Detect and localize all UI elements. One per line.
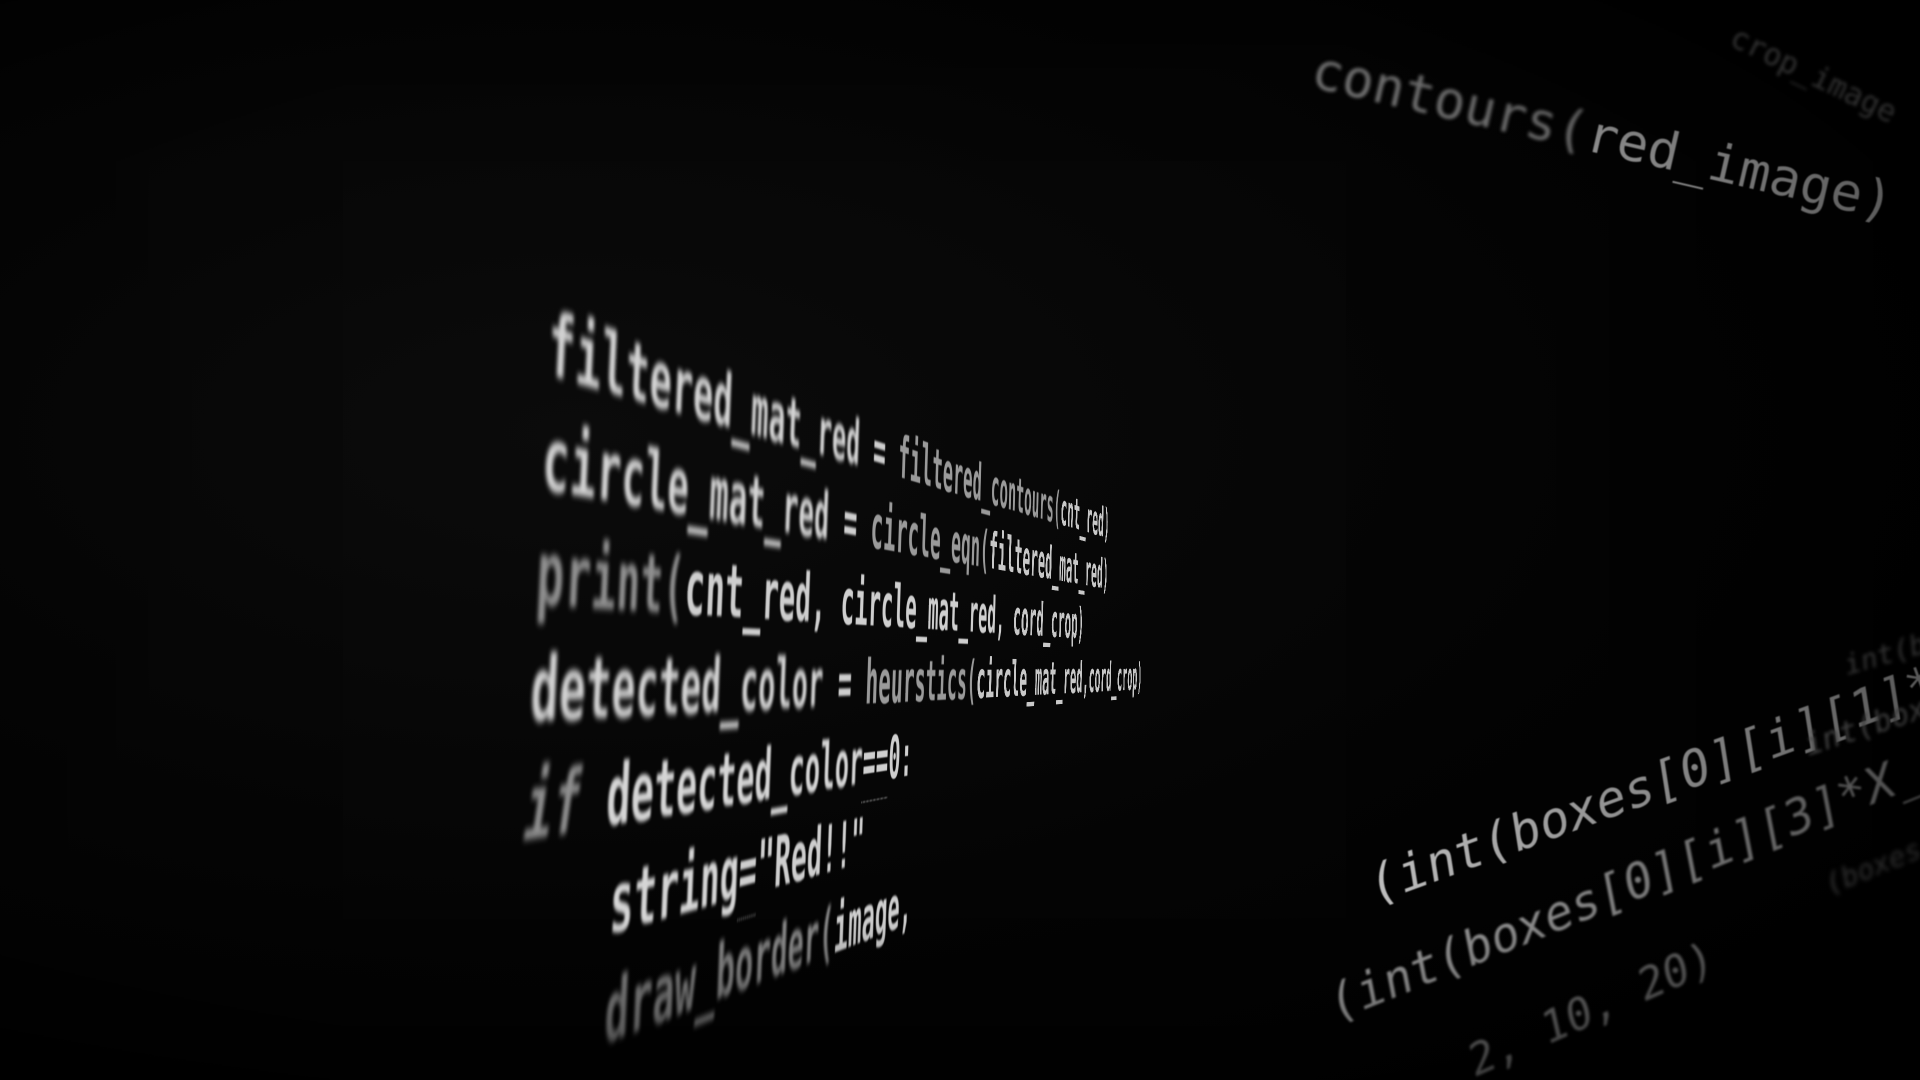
code-token: red_image) [1580, 104, 1900, 233]
code-photo: contours(red_image) crop_image filtered_… [0, 0, 1920, 1080]
code-token: cord_crop) [1012, 588, 1085, 649]
code-token: contours( [1306, 40, 1595, 163]
code-token: draw_border( [602, 892, 836, 1066]
code-token: circle_mat_red,cord_crop) [975, 649, 1143, 711]
monitor-screen: contours(red_image) crop_image filtered_… [0, 0, 1920, 1080]
code-token: image, [832, 864, 924, 969]
code-block: filtered_mat_red = filtered_contours(cnt… [202, 33, 1142, 1080]
code-line-top: contours(red_image) [1110, 0, 1913, 291]
